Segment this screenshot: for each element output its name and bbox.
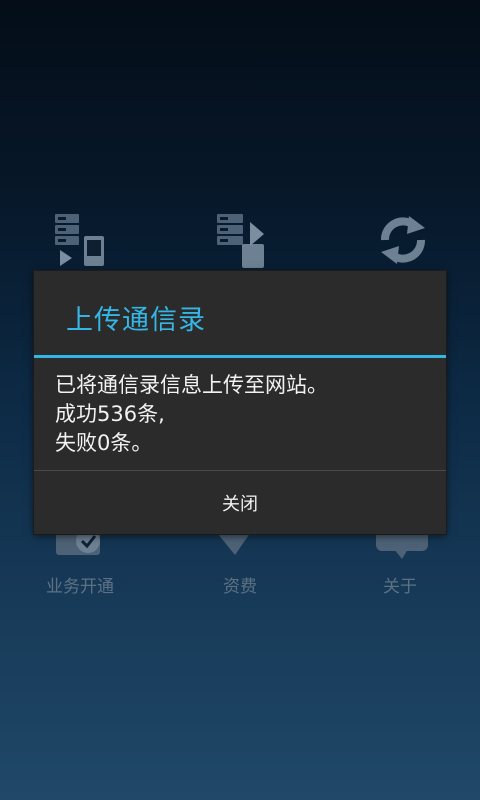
close-button[interactable]: 关闭	[34, 471, 446, 534]
about-label: 关于	[383, 577, 417, 597]
upload-contacts-dialog: 上传通信录 已将通信录信息上传至网站。 成功536条, 失败0条。 关闭	[34, 271, 446, 534]
business-activation-label: 业务开通	[46, 577, 114, 597]
message-line: 已将通信录信息上传至网站。	[55, 373, 328, 397]
dialog-title: 上传通信录	[66, 305, 206, 336]
tariff-label: 资费	[223, 577, 257, 597]
message-line: 成功536条,	[55, 402, 165, 426]
download-contacts-icon[interactable]	[50, 210, 110, 270]
upload-contacts-icon[interactable]	[212, 210, 272, 270]
sync-icon[interactable]	[373, 210, 433, 270]
message-line: 失败0条。	[55, 431, 153, 455]
dialog-message: 已将通信录信息上传至网站。 成功536条, 失败0条。	[55, 371, 328, 458]
title-divider	[34, 355, 446, 358]
